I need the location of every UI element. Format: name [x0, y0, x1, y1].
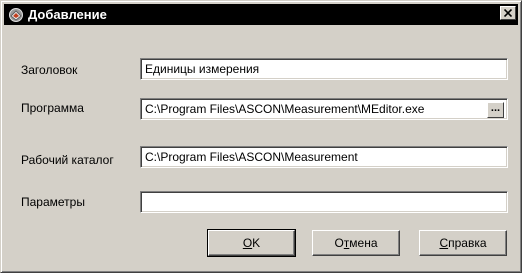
workdir-field[interactable]: C:\Program Files\ASCON\Measurement: [140, 146, 508, 168]
window-title: Добавление: [28, 7, 107, 22]
ok-accel: O: [242, 236, 253, 250]
title-field-value: Единицы измерения: [145, 62, 260, 76]
ok-rest: K: [252, 236, 261, 250]
title-field-label: Заголовок: [21, 63, 78, 77]
cancel-pre: О: [334, 236, 344, 250]
app-icon: [8, 7, 24, 23]
program-field[interactable]: C:\Program Files\ASCON\Measurement\MEdit…: [140, 98, 508, 120]
cancel-rest: мена: [349, 236, 378, 250]
help-accel: С: [439, 236, 449, 250]
workdir-field-label: Рабочий каталог: [21, 153, 114, 167]
params-field[interactable]: [140, 191, 508, 213]
ok-button[interactable]: OK: [207, 229, 296, 257]
browse-button[interactable]: ...: [487, 102, 504, 118]
program-field-label: Программа: [21, 101, 84, 115]
title-field[interactable]: Единицы измерения: [140, 58, 508, 80]
title-bar[interactable]: Добавление: [4, 4, 518, 25]
add-dialog: Добавление Заголовок Единицы измерения П…: [0, 0, 522, 273]
cancel-button[interactable]: Отмена: [312, 230, 400, 256]
workdir-field-value: C:\Program Files\ASCON\Measurement: [145, 150, 358, 164]
help-button[interactable]: Справка: [419, 230, 507, 256]
help-rest: правка: [448, 236, 487, 250]
program-field-value: C:\Program Files\ASCON\Measurement\MEdit…: [145, 102, 425, 116]
params-field-label: Параметры: [21, 195, 85, 209]
close-icon: [504, 9, 512, 17]
close-button[interactable]: [500, 6, 516, 20]
